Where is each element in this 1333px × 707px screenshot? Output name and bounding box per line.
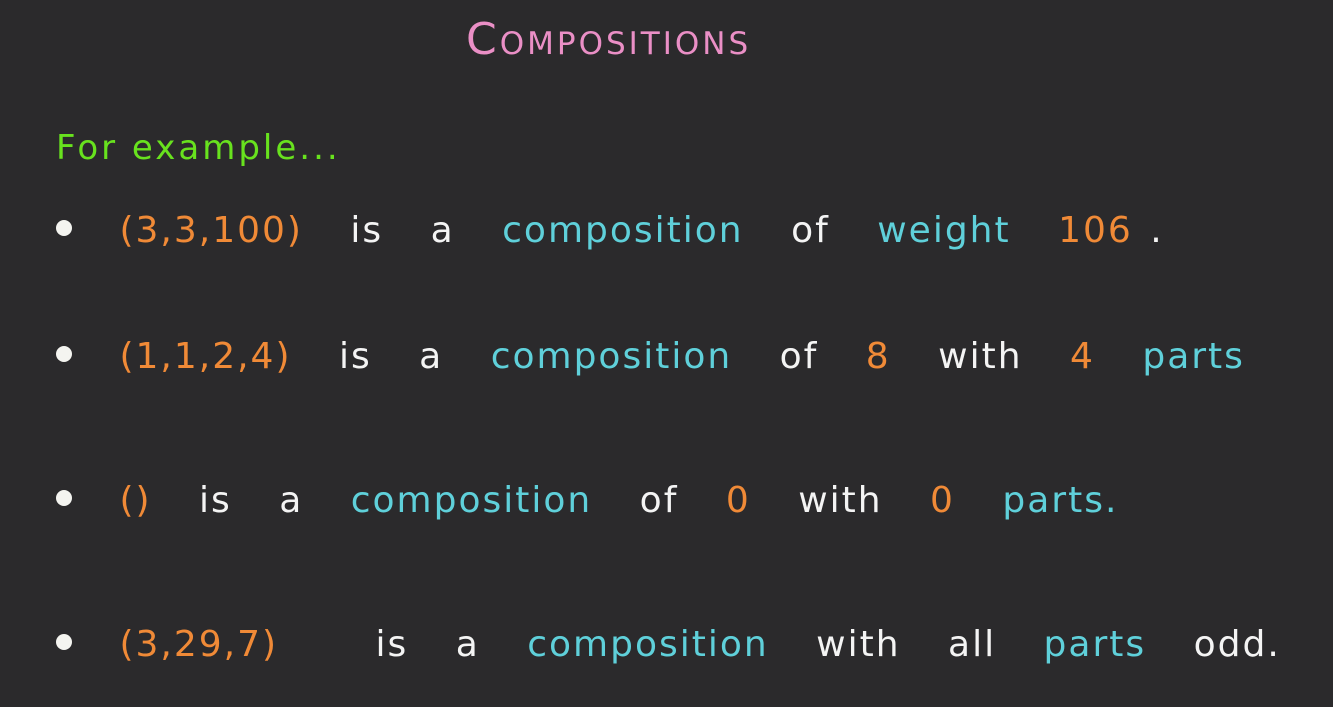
example-line-4: (3,29,7) is a composition with all parts… [56, 624, 1281, 665]
example-line-2: (1,1,2,4) is a composition of 8 with 4 p… [56, 336, 1245, 377]
term-parts: parts [1142, 336, 1245, 377]
word-all: all [948, 624, 997, 665]
word-with: with [938, 336, 1023, 377]
term-composition: composition [350, 480, 593, 521]
weight-value: 106 [1058, 210, 1133, 251]
parts-count: 4 [1069, 336, 1095, 377]
term-parts: parts. [1002, 480, 1119, 521]
page-title: Compositions [466, 14, 752, 65]
word-is: is [350, 210, 384, 251]
term-weight: weight [877, 210, 1011, 251]
composition-tuple: () [119, 480, 152, 521]
composition-tuple: (3,3,100) [119, 210, 303, 251]
composition-tuple: (1,1,2,4) [119, 336, 292, 377]
word-of: of [779, 336, 819, 377]
word-is: is [199, 480, 232, 521]
bullet-icon [56, 634, 72, 650]
example-line-3: () is a composition of 0 with 0 parts. [56, 480, 1118, 521]
word-of: of [791, 210, 830, 251]
term-composition: composition [502, 210, 744, 251]
period: . [1150, 210, 1164, 251]
word-is: is [375, 624, 409, 665]
word-a: a [279, 480, 304, 521]
bullet-icon [56, 220, 72, 236]
parts-count: 0 [930, 480, 955, 521]
bullet-icon [56, 490, 72, 506]
term-composition: composition [527, 624, 769, 665]
word-a: a [430, 210, 455, 251]
bullet-icon [56, 346, 72, 362]
term-parts: parts [1043, 624, 1147, 665]
term-composition: composition [490, 336, 733, 377]
composition-tuple: (3,29,7) [119, 624, 279, 665]
example-line-1: (3,3,100) is a composition of weight 106… [56, 210, 1164, 251]
weight-value: 8 [865, 336, 891, 377]
subtitle: For example... [56, 128, 341, 168]
word-with: with [798, 480, 883, 521]
word-is: is [338, 336, 372, 377]
word-a: a [455, 624, 480, 665]
weight-value: 0 [725, 480, 751, 521]
word-a: a [419, 336, 444, 377]
word-with: with [816, 624, 901, 665]
word-odd: odd. [1193, 624, 1281, 665]
word-of: of [639, 480, 679, 521]
